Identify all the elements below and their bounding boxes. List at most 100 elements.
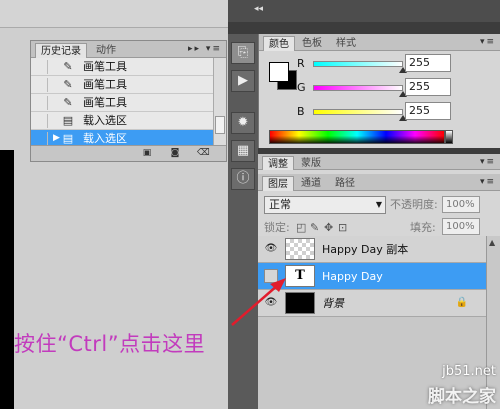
brush-icon: ✎: [63, 78, 73, 91]
tab-adjustments[interactable]: 调整: [262, 156, 294, 171]
green-slider-row: G 255: [259, 78, 500, 98]
tab-layers[interactable]: 图层: [262, 176, 294, 191]
tab-actions[interactable]: 动作: [91, 43, 121, 58]
layer-thumbnail[interactable]: [285, 292, 315, 314]
history-list: ✎ 画笔工具 ✎ 画笔工具 ✎ 画笔工具 ▤ 载入选区 ▶ ▤ 载入选区: [31, 58, 214, 148]
visibility-toggle-empty[interactable]: [264, 269, 278, 283]
trash-icon[interactable]: ⌫: [197, 148, 210, 159]
lock-image-icon[interactable]: ✎: [310, 221, 319, 234]
chevron-down-icon: ▼: [375, 200, 382, 209]
history-item-label: 画笔工具: [83, 78, 127, 91]
red-slider[interactable]: [313, 61, 403, 67]
blue-value-field[interactable]: 255: [405, 102, 451, 120]
color-tabbar: 颜色 色板 样式 ▾≡: [259, 34, 500, 51]
info-dock-icon[interactable]: ⓘ: [231, 168, 255, 190]
channel-label: G: [297, 81, 306, 94]
panel-menu-icon[interactable]: ▾≡: [480, 157, 496, 167]
layer-name[interactable]: 背景: [322, 297, 344, 311]
document-icon: ▤: [62, 114, 74, 127]
document-canvas[interactable]: [0, 150, 14, 409]
tab-paths[interactable]: 路径: [330, 176, 360, 191]
snapshot-source-box[interactable]: [35, 114, 48, 128]
layer-row-selected[interactable]: T Happy Day: [258, 263, 486, 290]
layer-row[interactable]: 👁 背景 🔒: [258, 290, 486, 317]
fill-label: 填充:: [410, 221, 436, 234]
channel-label: R: [297, 57, 305, 70]
scroll-thumb[interactable]: [215, 116, 225, 134]
tab-styles[interactable]: 样式: [331, 36, 361, 51]
opacity-label: 不透明度:: [390, 198, 438, 211]
document-tab-strip: [0, 0, 230, 28]
red-value-field[interactable]: 255: [405, 54, 451, 72]
scroll-up-icon[interactable]: ▲: [489, 238, 495, 247]
eye-icon[interactable]: 👁: [264, 297, 278, 309]
lock-all-icon[interactable]: ⊡: [338, 221, 347, 234]
opacity-field[interactable]: 100%: [442, 196, 480, 213]
tab-swatches[interactable]: 色板: [297, 36, 327, 51]
history-item[interactable]: ▤ 载入选区: [31, 112, 214, 130]
history-item-label: 画笔工具: [83, 96, 127, 109]
panel-dock-titlebar: ◂◂: [228, 0, 500, 22]
black-white-ramp[interactable]: [445, 130, 453, 144]
layer-name[interactable]: Happy Day: [322, 270, 383, 284]
actions-dock-icon[interactable]: ▶: [231, 70, 255, 92]
history-item-label: 载入选区: [83, 132, 127, 145]
layer-thumbnail[interactable]: [285, 238, 315, 260]
dock-header: [228, 22, 258, 34]
snapshot-source-box[interactable]: [35, 96, 48, 110]
green-slider[interactable]: [313, 85, 403, 91]
blue-slider-row: B 255: [259, 102, 500, 122]
history-item[interactable]: ✎ 画笔工具: [31, 76, 214, 94]
new-document-from-state-icon[interactable]: ▣: [141, 148, 153, 159]
snapshot-source-box[interactable]: [35, 60, 48, 74]
red-slider-row: R 255: [259, 54, 500, 74]
watermark-name: 脚本之家: [428, 387, 496, 407]
navigator-dock-icon[interactable]: ✹: [231, 112, 255, 134]
brush-icon: ✎: [63, 96, 73, 109]
icon-dock: ⎘ ▶ ✹ ▦ ⓘ: [228, 22, 258, 409]
histogram-dock-icon[interactable]: ▦: [231, 140, 255, 162]
tab-channels[interactable]: 通道: [296, 176, 326, 191]
channel-label: B: [297, 105, 305, 118]
adjustments-tabbar: 调整 蒙版 ▾≡: [258, 154, 500, 171]
color-spectrum-bar[interactable]: [269, 130, 445, 144]
green-value-field[interactable]: 255: [405, 78, 451, 96]
snapshot-source-box[interactable]: [35, 78, 48, 92]
snapshot-source-box[interactable]: [35, 132, 48, 146]
panel-menu-icon[interactable]: ▾≡: [480, 37, 496, 47]
history-item-label: 载入选区: [83, 114, 127, 127]
history-footer: ▣ ◙ ⌫: [31, 145, 226, 161]
tab-masks[interactable]: 蒙版: [296, 156, 326, 171]
history-panel: 历史记录 动作 ▸▸ ▾≡ ✎ 画笔工具 ✎ 画笔工具 ✎ 画笔工具 ▤ 载入选…: [30, 40, 227, 162]
history-item[interactable]: ✎ 画笔工具: [31, 58, 214, 76]
panel-menu-icon[interactable]: ▸▸ ▾≡: [188, 44, 222, 54]
watermark-site: jb51.net: [442, 364, 496, 379]
document-icon: ▤: [62, 132, 74, 145]
tab-color[interactable]: 颜色: [263, 36, 295, 51]
right-panel-header: [258, 22, 500, 34]
blend-mode-select[interactable]: 正常 ▼: [264, 196, 386, 214]
history-dock-icon[interactable]: ⎘: [231, 42, 255, 64]
lock-transparent-icon[interactable]: ◰: [296, 221, 306, 234]
color-panel: 颜色 色板 样式 ▾≡ R 255 G 255 B 255: [258, 34, 500, 148]
text-layer-thumbnail[interactable]: T: [285, 265, 315, 287]
camera-snapshot-icon[interactable]: ◙: [169, 148, 181, 159]
lock-position-icon[interactable]: ✥: [324, 221, 333, 234]
layer-name[interactable]: Happy Day 副本: [322, 243, 408, 257]
collapse-arrows-icon[interactable]: ◂◂: [254, 4, 263, 14]
layer-row[interactable]: 👁 Happy Day 副本: [258, 236, 486, 263]
history-tabbar: 历史记录 动作 ▸▸ ▾≡: [31, 41, 226, 58]
tab-history[interactable]: 历史记录: [35, 43, 87, 58]
blend-mode-value: 正常: [269, 198, 291, 211]
history-item-label: 画笔工具: [83, 60, 127, 73]
current-state-marker-icon: ▶: [53, 133, 60, 143]
history-item[interactable]: ✎ 画笔工具: [31, 94, 214, 112]
annotation-text: 按住“Ctrl”点击这里: [14, 332, 206, 356]
history-scrollbar[interactable]: [213, 58, 226, 146]
eye-icon[interactable]: 👁: [264, 243, 278, 255]
panel-menu-icon[interactable]: ▾≡: [480, 177, 496, 187]
lock-label: 锁定:: [264, 221, 290, 234]
lock-icon: 🔒: [455, 297, 468, 308]
blue-slider[interactable]: [313, 109, 403, 115]
fill-field[interactable]: 100%: [442, 218, 480, 235]
